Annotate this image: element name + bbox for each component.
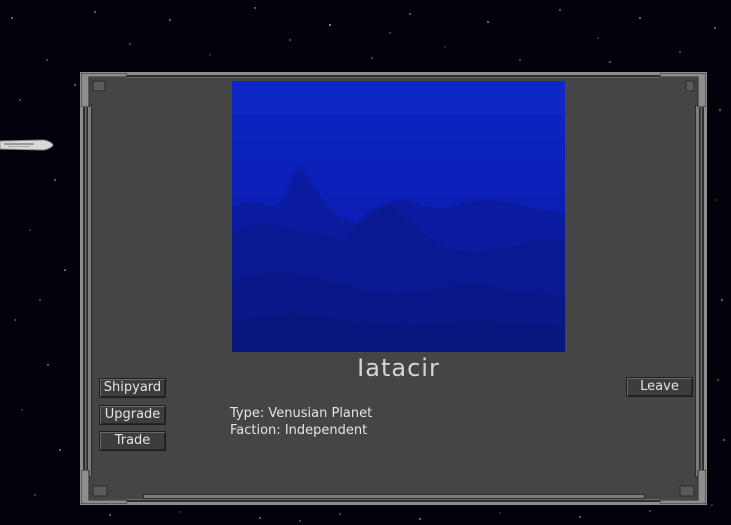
leave-button[interactable]: Leave [626,377,693,397]
planet-faction-value: Independent [284,423,368,438]
upgrade-button[interactable]: Upgrade [99,405,166,425]
frame-rail-right [695,105,700,477]
planet-faction-row: Faction: Independent [230,422,372,439]
planet-faction-label: Faction: [230,423,281,438]
planet-info: Type: Venusian Planet Faction: Independe… [230,405,372,439]
frame-rail-bottom [143,494,645,499]
trade-button[interactable]: Trade [99,431,166,451]
planet-type-value: Venusian Planet [268,406,373,421]
frame-corner-bottom-left [81,470,127,504]
frame-corner-top-right [660,73,706,107]
player-ship-icon [0,139,54,151]
frame-rail-left [87,105,92,477]
planet-name: Iatacir [357,354,440,382]
frame-corner-top-left [81,73,127,107]
planet-type-row: Type: Venusian Planet [230,405,372,422]
planet-landscape-image [232,81,565,352]
planet-landing-dialog: Iatacir Shipyard Upgrade Trade Leave Typ… [80,72,707,505]
planet-type-label: Type: [230,406,265,421]
frame-corner-bottom-right [660,470,706,504]
shipyard-button[interactable]: Shipyard [99,378,166,398]
